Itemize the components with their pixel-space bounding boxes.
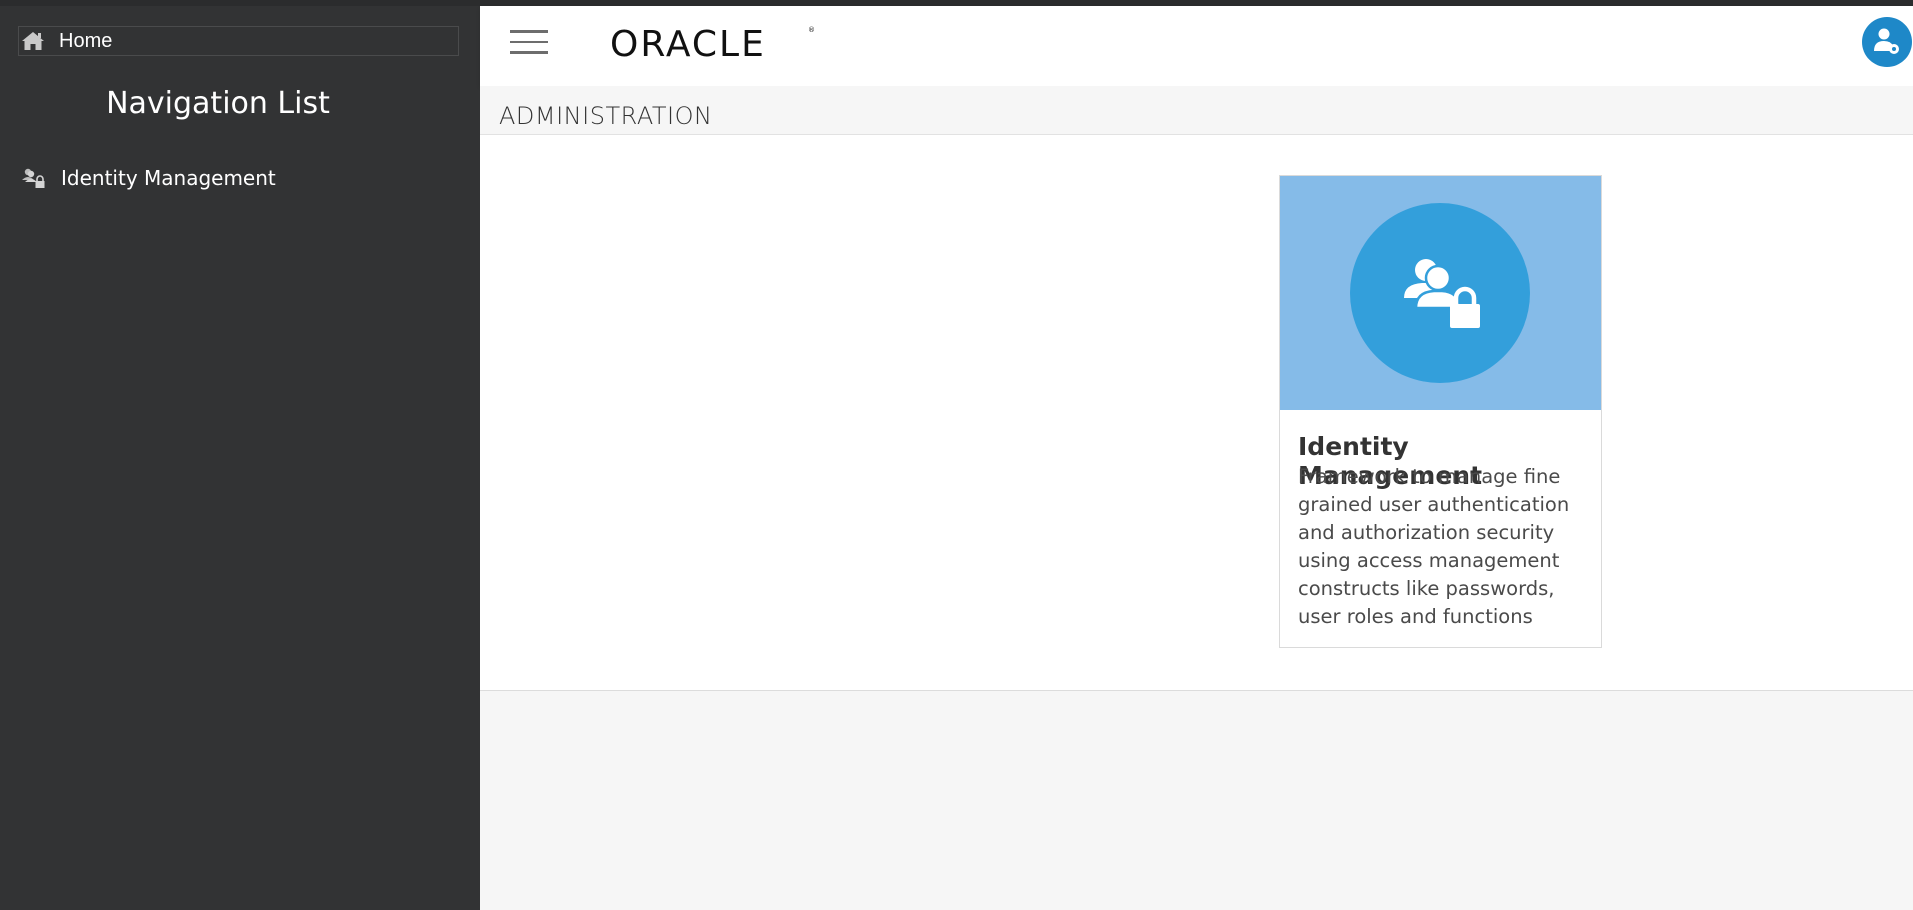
card-banner: [1280, 176, 1601, 410]
home-link[interactable]: Home: [18, 26, 459, 56]
app-header: ORACLE ®: [480, 6, 1913, 86]
home-icon: [21, 30, 45, 52]
oracle-logo: ORACLE ®: [610, 22, 820, 65]
card-icon-circle: [1350, 203, 1530, 383]
users-lock-icon: [1390, 246, 1490, 341]
sidebar-item-label: Identity Management: [61, 166, 276, 190]
identity-lock-icon: [20, 165, 48, 191]
card-description: Framework to manage fine grained user au…: [1298, 465, 1570, 628]
sidebar: Home Navigation List Identity Management: [0, 6, 480, 910]
identity-management-card[interactable]: Identity Management Framework to manage …: [1279, 175, 1602, 648]
sidebar-item-identity-management[interactable]: Identity Management: [20, 160, 460, 196]
page-title-bar: ADMINISTRATION: [480, 86, 1913, 135]
hamburger-menu-icon[interactable]: [510, 30, 548, 60]
navigation-title: Navigation List: [106, 86, 330, 121]
page-title: ADMINISTRATION: [499, 102, 713, 130]
svg-text:®: ®: [808, 26, 815, 34]
home-label: Home: [59, 29, 113, 52]
main-content: Identity Management Framework to manage …: [480, 135, 1913, 691]
svg-text:ORACLE: ORACLE: [610, 24, 766, 62]
user-settings-icon[interactable]: [1862, 17, 1912, 67]
